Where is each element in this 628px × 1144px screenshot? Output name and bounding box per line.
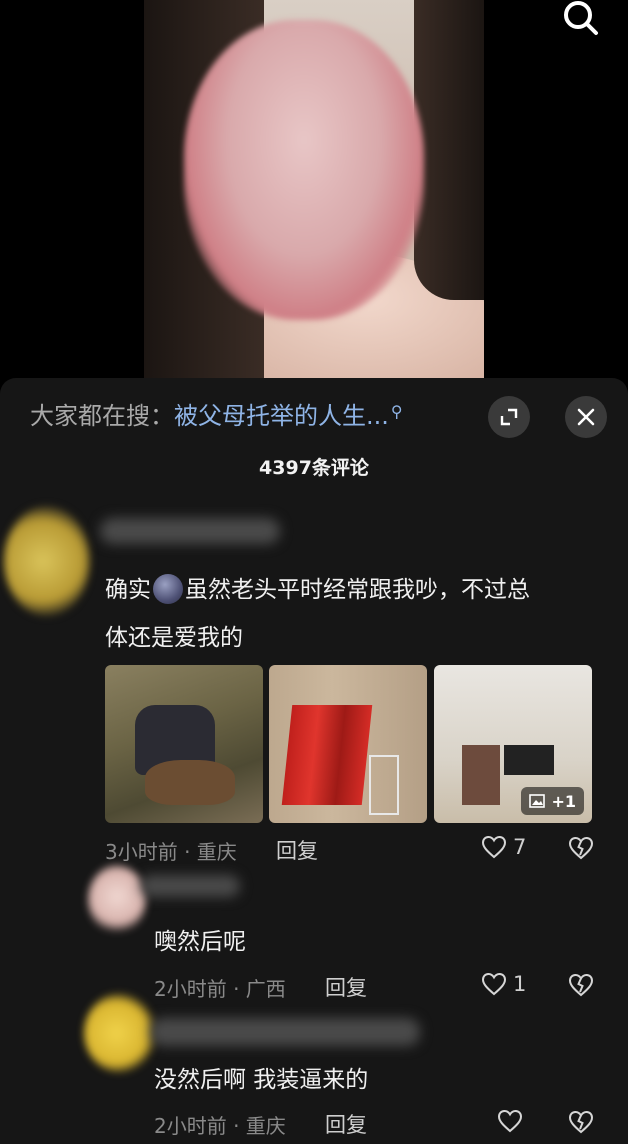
heart-icon	[481, 972, 507, 996]
comment-time-location: 2小时前 · 重庆	[154, 1114, 286, 1138]
avatar[interactable]	[88, 865, 146, 935]
username-blurred[interactable]	[150, 1018, 420, 1046]
close-button[interactable]	[565, 396, 607, 438]
dislike-button[interactable]	[568, 836, 594, 864]
video-subject-hair-right	[414, 0, 484, 300]
comment-text: 没然后啊 我装逼来的	[154, 1067, 369, 1093]
more-images-badge: +1	[521, 787, 584, 815]
video-frame	[144, 0, 484, 380]
reply-button[interactable]: 回复	[325, 972, 367, 1002]
image-red-mats	[281, 705, 373, 805]
image-dog	[145, 760, 235, 805]
comment-time-location: 3小时前 · 重庆	[105, 840, 237, 864]
like-button[interactable]: 1	[481, 972, 526, 996]
comment-text: 确实 虽然老头平时经常跟我吵，不过总 体还是爱我的	[105, 566, 605, 662]
blurred-face	[184, 20, 424, 320]
close-icon	[577, 408, 595, 426]
like-count: 7	[513, 835, 527, 859]
comment-image-1[interactable]	[105, 665, 263, 823]
comment-count: 4397条评论	[259, 457, 369, 479]
avatar[interactable]	[4, 506, 90, 616]
dislike-button[interactable]	[568, 1110, 594, 1138]
trending-search-row[interactable]: 大家都在搜：被父母托举的人生... ⚲	[30, 396, 480, 436]
image-poster	[462, 745, 500, 805]
comment-text-part1: 确实	[105, 577, 151, 603]
image-acrylic-shelf	[369, 755, 399, 815]
trending-query-link[interactable]: 被父母托举的人生...	[174, 402, 389, 430]
like-button[interactable]: 7	[481, 835, 526, 859]
search-icon	[564, 1, 598, 35]
comment-image-2[interactable]	[269, 665, 427, 823]
search-button[interactable]	[560, 0, 604, 40]
more-images-count: +1	[551, 791, 576, 811]
avatar[interactable]	[84, 993, 156, 1073]
search-small-icon: ⚲	[390, 402, 403, 421]
username-blurred[interactable]	[100, 518, 280, 544]
dislike-button[interactable]	[568, 973, 594, 1001]
comment-image-3[interactable]: +1	[434, 665, 592, 823]
expand-button[interactable]	[488, 396, 530, 438]
heart-icon	[481, 835, 507, 859]
comment-sheet: 大家都在搜：被父母托举的人生... ⚲ 4397条评论 确实 虽然老头平时经常跟我吵…	[0, 378, 628, 1144]
moon-face-emoji	[153, 573, 183, 604]
expand-icon	[500, 408, 518, 426]
broken-heart-icon	[568, 1110, 594, 1134]
broken-heart-icon	[568, 973, 594, 997]
like-button[interactable]	[497, 1109, 529, 1133]
comment-text-part2: 虽然老头平时经常跟我吵，不过总	[185, 577, 530, 603]
username-blurred[interactable]	[140, 875, 240, 897]
image-icon	[529, 794, 546, 808]
comment-text: 噢然后呢	[154, 929, 246, 955]
reply-button[interactable]: 回复	[325, 1109, 367, 1139]
broken-heart-icon	[568, 836, 594, 860]
image-tv	[504, 745, 554, 775]
heart-icon	[497, 1109, 523, 1133]
reply-button[interactable]: 回复	[276, 835, 318, 865]
trending-prefix: 大家都在搜：	[30, 402, 174, 430]
comment-text-line2: 体还是爱我的	[105, 625, 243, 651]
video-player[interactable]	[0, 0, 628, 380]
comment-time-location: 2小时前 · 广西	[154, 977, 286, 1001]
like-count: 1	[513, 972, 527, 996]
